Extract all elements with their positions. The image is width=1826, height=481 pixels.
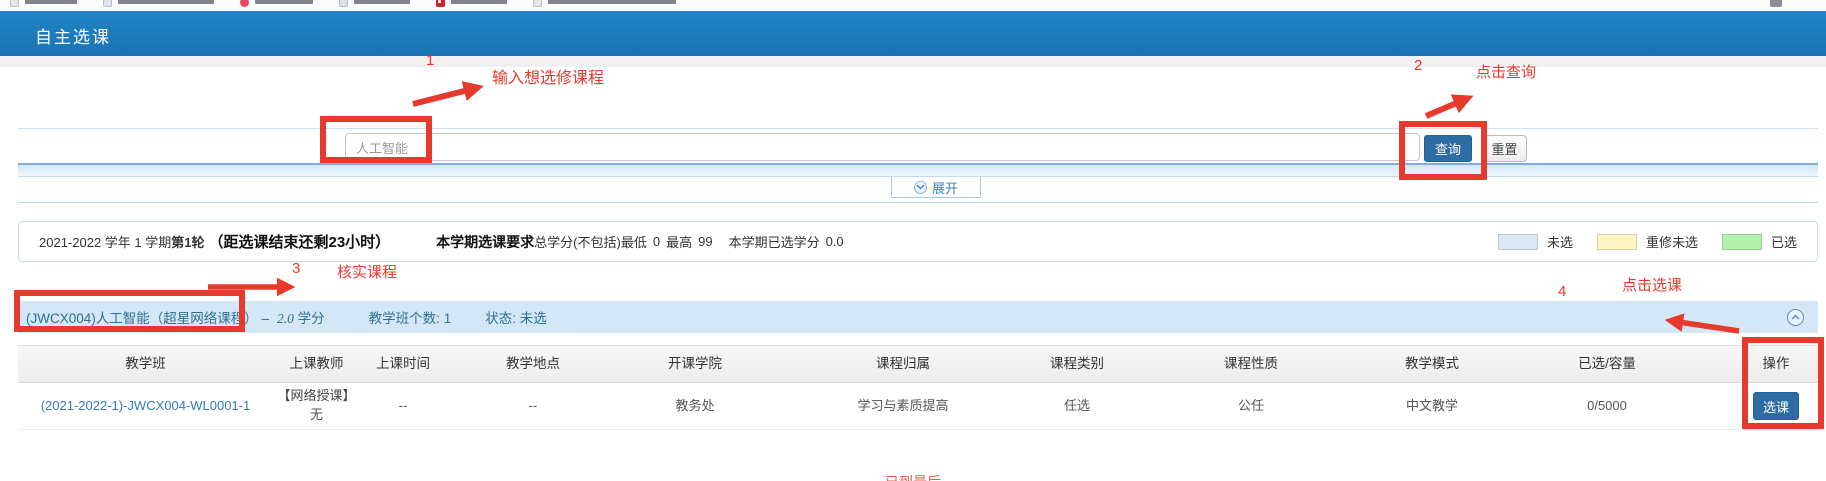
class-count: 教学班个数: 1 xyxy=(369,307,452,327)
col-header-place: 教学地点 xyxy=(446,354,620,374)
legend-item-selected: 已选 xyxy=(1722,232,1797,251)
folder-icon xyxy=(103,0,112,7)
annotation-step3-number: 3 xyxy=(292,260,300,277)
requirement-prefix: 本学期选课要求 xyxy=(436,232,534,252)
header-divider-strip xyxy=(0,56,1826,67)
annotation-step2-label: 点击查询 xyxy=(1476,61,1536,82)
col-header-category: 课程类别 xyxy=(1036,354,1118,374)
credits-requirement-label: 总学分(不包括)最低 xyxy=(534,232,647,251)
red-dot-icon xyxy=(240,0,249,7)
bookmark-item[interactable] xyxy=(240,0,313,7)
col-header-class: 教学班 xyxy=(18,354,273,374)
bookmark-label-cropped xyxy=(354,0,410,4)
col-header-nature: 课程性质 xyxy=(1118,354,1384,374)
col-header-capacity: 已选/容量 xyxy=(1480,354,1734,374)
annotation-box-query-button xyxy=(1399,121,1487,180)
col-header-teacher: 上课教师 xyxy=(273,354,360,374)
filter-panel-bottom-border xyxy=(18,202,1818,203)
class-id-link[interactable]: (2021-2022-1)-JWCX004-WL0001-1 xyxy=(41,397,251,416)
selected-color-swatch xyxy=(1722,234,1762,250)
class-capacity: 0/5000 xyxy=(1480,397,1734,416)
browser-bookmarks-bar xyxy=(0,0,1826,10)
status-legend: 未选 重修未选 已选 xyxy=(1498,232,1797,251)
browser-toolbar-icon[interactable] xyxy=(1770,0,1782,7)
col-header-belong: 课程归属 xyxy=(770,354,1036,374)
unselected-color-swatch xyxy=(1498,234,1538,250)
chevron-up-icon[interactable] xyxy=(1787,309,1804,326)
selected-credits-label: 本学期已选学分 xyxy=(729,232,820,251)
col-header-mode: 教学模式 xyxy=(1384,354,1480,374)
annotation-step1-number: 1 xyxy=(426,52,434,69)
retake-color-swatch xyxy=(1597,234,1637,250)
class-mode: 中文教学 xyxy=(1384,397,1480,416)
page-title: 自主选课 xyxy=(35,23,111,48)
col-header-time: 上课时间 xyxy=(360,354,446,374)
class-belong: 学习与素质提高 xyxy=(770,397,1036,416)
selection-countdown: （距选课结束还剩23小时） xyxy=(208,231,390,252)
teaching-mode-tag: 【网络授课】 xyxy=(277,387,355,406)
annotation-box-action-column xyxy=(1742,337,1824,429)
bookmark-label-cropped xyxy=(548,0,676,4)
bookmark-label-cropped xyxy=(118,0,214,4)
app-header-bar: 自主选课 xyxy=(0,11,1826,56)
end-of-list-text: 已到最后 xyxy=(0,472,1826,481)
chevron-down-icon xyxy=(914,181,927,194)
class-college: 教务处 xyxy=(620,397,770,416)
bookmark-item[interactable] xyxy=(339,0,410,7)
expand-toggle[interactable]: 展开 xyxy=(891,177,981,198)
col-header-college: 开课学院 xyxy=(620,354,770,374)
selection-round: 第1轮 xyxy=(171,232,204,251)
max-credits-value: 99 xyxy=(692,234,718,249)
bookmark-label-cropped xyxy=(25,0,77,4)
selected-credits-value: 0.0 xyxy=(820,234,850,249)
bookmark-label-cropped xyxy=(451,0,507,4)
annotation-step4-label: 点击选课 xyxy=(1622,274,1682,295)
annotation-box-search-input xyxy=(320,116,432,163)
arrow-step1 xyxy=(413,88,476,104)
annotation-step1-label: 输入想选修课程 xyxy=(492,64,604,88)
annotation-box-course-title xyxy=(14,290,245,332)
bookmark-item[interactable] xyxy=(103,0,214,7)
course-search-input[interactable] xyxy=(345,133,1420,161)
class-category: 任选 xyxy=(1036,397,1118,416)
page-icon xyxy=(533,0,542,7)
legend-item-retake: 重修未选 xyxy=(1597,232,1698,251)
class-place: -- xyxy=(446,397,620,416)
legend-label: 已选 xyxy=(1771,232,1797,251)
arrow-step2 xyxy=(1426,99,1466,116)
teacher-name: 无 xyxy=(310,406,323,425)
class-nature: 公任 xyxy=(1118,397,1384,416)
course-group-header[interactable]: (JWCX004)人工智能（超星网络课程） – 2.0 学分 教学班个数: 1 … xyxy=(18,301,1818,333)
filter-panel-footer-bar xyxy=(18,163,1818,177)
red-badge-icon xyxy=(436,0,445,7)
table-row: (2021-2022-1)-JWCX004-WL0001-1 【网络授课】 无 … xyxy=(18,383,1818,430)
course-selection-page: 自主选课 查询 重置 展开 2021-2022 学年 1 学期 第1轮 （距选课… xyxy=(0,0,1826,481)
class-time: -- xyxy=(360,397,446,416)
annotation-step4-number: 4 xyxy=(1558,283,1566,300)
min-credits-value: 0 xyxy=(647,234,666,249)
bookmark-label-cropped xyxy=(255,0,313,4)
semester-info-panel: 2021-2022 学年 1 学期 第1轮 （距选课结束还剩23小时） 本学期选… xyxy=(18,221,1818,262)
semester-term: 2021-2022 学年 1 学期 xyxy=(39,232,171,251)
annotation-step2-number: 2 xyxy=(1414,57,1422,74)
teacher-cell: 【网络授课】 无 xyxy=(273,387,360,425)
filter-panel-top-border xyxy=(18,128,1818,129)
page-icon xyxy=(10,0,19,7)
legend-label: 重修未选 xyxy=(1646,232,1698,251)
annotation-step3-label: 核实课程 xyxy=(337,261,397,282)
bookmark-item[interactable] xyxy=(533,0,676,7)
legend-label: 未选 xyxy=(1547,232,1573,251)
course-status: 状态: 未选 xyxy=(485,307,547,327)
expand-label: 展开 xyxy=(932,178,958,197)
max-credits-label: 最高 xyxy=(666,232,692,251)
reset-button[interactable]: 重置 xyxy=(1482,135,1527,162)
course-credits: 2.0 学分 xyxy=(277,307,325,327)
legend-item-unselected: 未选 xyxy=(1498,232,1573,251)
class-table-header: 教学班 上课教师 上课时间 教学地点 开课学院 课程归属 课程类别 课程性质 教… xyxy=(18,345,1818,383)
bookmark-item[interactable] xyxy=(10,0,77,7)
bookmark-item[interactable] xyxy=(436,0,507,7)
folder-icon xyxy=(339,0,348,7)
